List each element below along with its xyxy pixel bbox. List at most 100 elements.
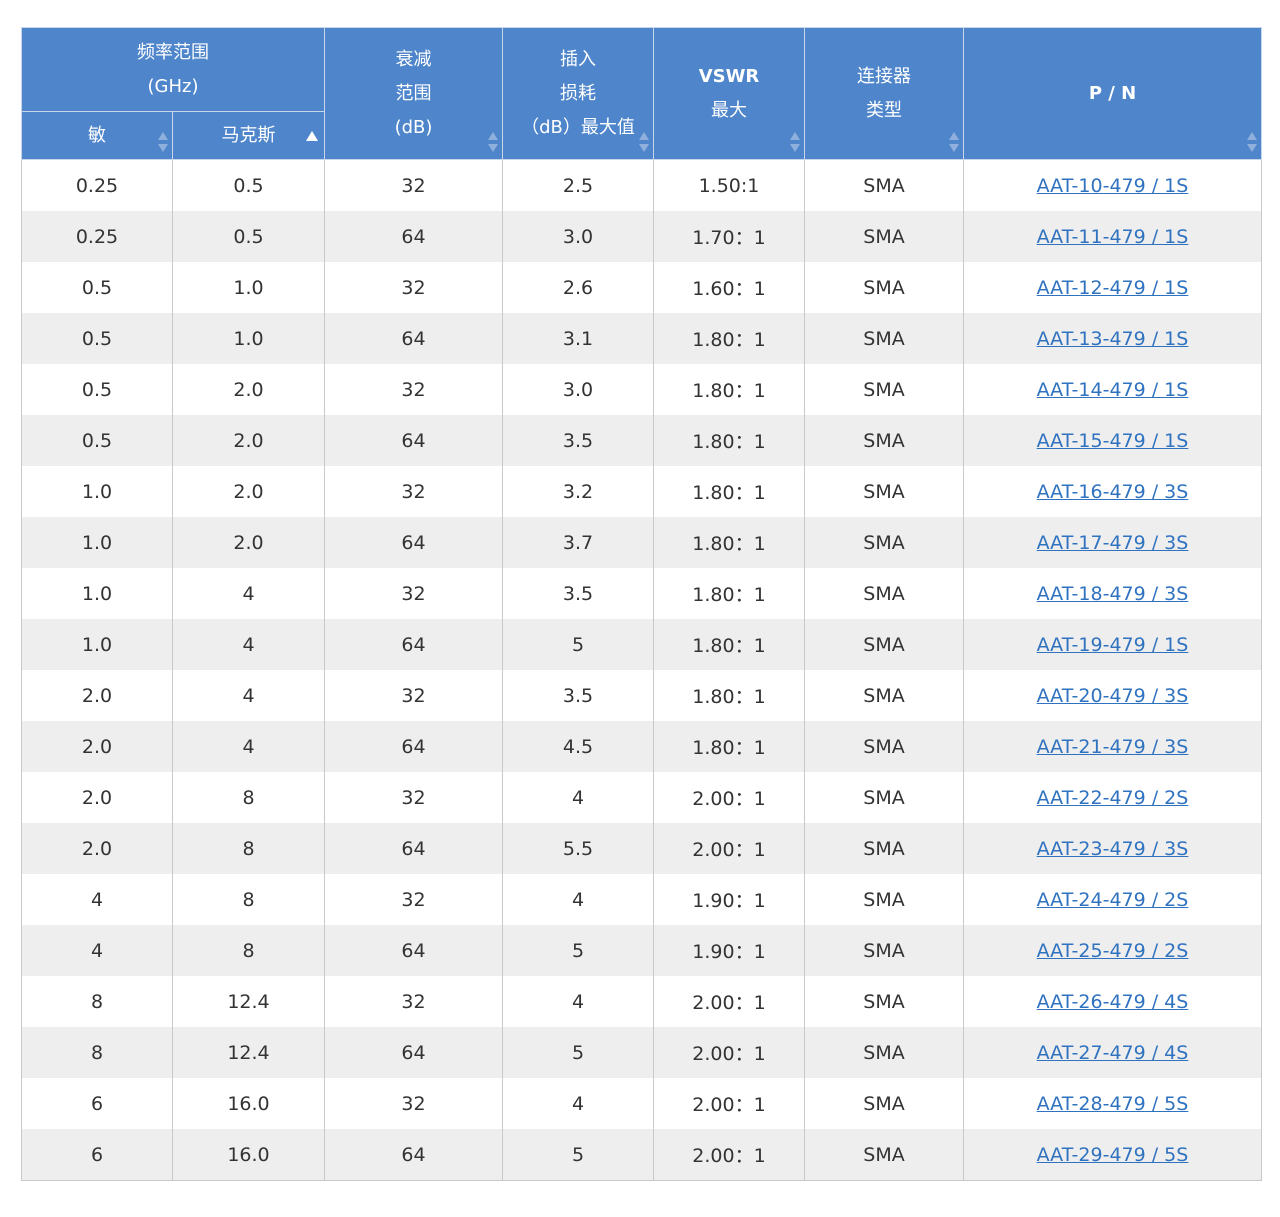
- cell-part-number: AAT-29-479 / 5S: [963, 1129, 1262, 1181]
- cell-insertion-loss: 3.2: [502, 466, 654, 517]
- header-vswr-line2: 最大: [711, 99, 747, 121]
- table-row: 0.5 1.0 32 2.6 1.60：1 SMA AAT-12-479 / 1S: [21, 262, 1262, 313]
- cell-attenuation: 64: [324, 619, 503, 670]
- cell-part-number: AAT-17-479 / 3S: [963, 517, 1262, 568]
- part-number-link[interactable]: AAT-26-479 / 4S: [1037, 991, 1189, 1013]
- part-number-link[interactable]: AAT-27-479 / 4S: [1037, 1042, 1189, 1064]
- cell-part-number: AAT-18-479 / 3S: [963, 568, 1262, 619]
- cell-connector: SMA: [804, 1078, 964, 1129]
- sort-icon[interactable]: [790, 131, 800, 153]
- cell-connector: SMA: [804, 517, 964, 568]
- part-number-link[interactable]: AAT-12-479 / 1S: [1037, 277, 1189, 299]
- cell-vswr: 1.80：1: [653, 364, 805, 415]
- cell-vswr: 1.50:1: [653, 159, 805, 211]
- part-number-link[interactable]: AAT-11-479 / 1S: [1037, 226, 1189, 248]
- cell-part-number: AAT-22-479 / 2S: [963, 772, 1262, 823]
- cell-part-number: AAT-19-479 / 1S: [963, 619, 1262, 670]
- cell-min-ghz: 6: [21, 1078, 173, 1129]
- header-max[interactable]: 马克斯: [172, 111, 325, 160]
- table-row: 4 8 32 4 1.90：1 SMA AAT-24-479 / 2S: [21, 874, 1262, 925]
- part-number-link[interactable]: AAT-10-479 / 1S: [1037, 175, 1189, 197]
- cell-part-number: AAT-24-479 / 2S: [963, 874, 1262, 925]
- cell-connector: SMA: [804, 262, 964, 313]
- cell-min-ghz: 0.25: [21, 159, 173, 211]
- part-number-link[interactable]: AAT-18-479 / 3S: [1037, 583, 1189, 605]
- cell-connector: SMA: [804, 1027, 964, 1078]
- cell-connector: SMA: [804, 721, 964, 772]
- cell-min-ghz: 6: [21, 1129, 173, 1181]
- cell-insertion-loss: 2.5: [502, 159, 654, 211]
- sort-icon[interactable]: [639, 131, 649, 153]
- sort-icon[interactable]: [158, 131, 168, 153]
- cell-min-ghz: 0.25: [21, 211, 173, 262]
- cell-vswr: 2.00：1: [653, 772, 805, 823]
- part-number-link[interactable]: AAT-20-479 / 3S: [1037, 685, 1189, 707]
- cell-connector: SMA: [804, 415, 964, 466]
- cell-max-ghz: 12.4: [172, 976, 325, 1027]
- header-attenuation[interactable]: 衰减 范围 (dB): [324, 27, 503, 160]
- cell-max-ghz: 2.0: [172, 466, 325, 517]
- header-connector-type[interactable]: 连接器 类型: [804, 27, 964, 160]
- part-number-link[interactable]: AAT-23-479 / 3S: [1037, 838, 1189, 860]
- cell-max-ghz: 1.0: [172, 313, 325, 364]
- sort-icon[interactable]: [1247, 131, 1257, 153]
- cell-insertion-loss: 5: [502, 925, 654, 976]
- part-number-link[interactable]: AAT-16-479 / 3S: [1037, 481, 1189, 503]
- cell-part-number: AAT-21-479 / 3S: [963, 721, 1262, 772]
- cell-attenuation: 32: [324, 670, 503, 721]
- cell-min-ghz: 1.0: [21, 619, 173, 670]
- header-part-number[interactable]: P / N: [963, 27, 1262, 160]
- cell-connector: SMA: [804, 466, 964, 517]
- cell-attenuation: 32: [324, 364, 503, 415]
- table-row: 8 12.4 32 4 2.00：1 SMA AAT-26-479 / 4S: [21, 976, 1262, 1027]
- table-row: 4 8 64 5 1.90：1 SMA AAT-25-479 / 2S: [21, 925, 1262, 976]
- cell-max-ghz: 4: [172, 670, 325, 721]
- cell-part-number: AAT-26-479 / 4S: [963, 976, 1262, 1027]
- part-number-link[interactable]: AAT-15-479 / 1S: [1037, 430, 1189, 452]
- table-row: 0.25 0.5 64 3.0 1.70：1 SMA AAT-11-479 / 1S: [21, 211, 1262, 262]
- header-insertion-line2: 损耗: [560, 82, 596, 104]
- part-number-link[interactable]: AAT-21-479 / 3S: [1037, 736, 1189, 758]
- sort-icon[interactable]: [488, 131, 498, 153]
- sort-icon[interactable]: [949, 131, 959, 153]
- cell-max-ghz: 2.0: [172, 517, 325, 568]
- header-min[interactable]: 敏: [21, 111, 173, 160]
- cell-attenuation: 64: [324, 211, 503, 262]
- cell-part-number: AAT-13-479 / 1S: [963, 313, 1262, 364]
- cell-vswr: 1.90：1: [653, 925, 805, 976]
- cell-part-number: AAT-11-479 / 1S: [963, 211, 1262, 262]
- header-connector-line2: 类型: [866, 99, 902, 121]
- table-row: 6 16.0 32 4 2.00：1 SMA AAT-28-479 / 5S: [21, 1078, 1262, 1129]
- cell-connector: SMA: [804, 1129, 964, 1181]
- cell-insertion-loss: 3.5: [502, 415, 654, 466]
- cell-max-ghz: 1.0: [172, 262, 325, 313]
- part-number-link[interactable]: AAT-19-479 / 1S: [1037, 634, 1189, 656]
- product-table-container: 频率范围 (GHz) 衰减 范围 (dB) 插入 损耗 （dB）最大值 VSWR: [21, 27, 1262, 1181]
- part-number-link[interactable]: AAT-13-479 / 1S: [1037, 328, 1189, 350]
- sort-ascending-icon[interactable]: [306, 131, 318, 141]
- part-number-link[interactable]: AAT-17-479 / 3S: [1037, 532, 1189, 554]
- table-row: 0.25 0.5 32 2.5 1.50:1 SMA AAT-10-479 / 1S: [21, 159, 1262, 211]
- cell-attenuation: 64: [324, 823, 503, 874]
- header-insertion-loss[interactable]: 插入 损耗 （dB）最大值: [502, 27, 654, 160]
- cell-connector: SMA: [804, 925, 964, 976]
- header-vswr[interactable]: VSWR 最大: [653, 27, 805, 160]
- cell-max-ghz: 12.4: [172, 1027, 325, 1078]
- part-number-link[interactable]: AAT-28-479 / 5S: [1037, 1093, 1189, 1115]
- part-number-link[interactable]: AAT-14-479 / 1S: [1037, 379, 1189, 401]
- cell-vswr: 1.70：1: [653, 211, 805, 262]
- part-number-link[interactable]: AAT-29-479 / 5S: [1037, 1144, 1189, 1166]
- cell-insertion-loss: 4: [502, 772, 654, 823]
- part-number-link[interactable]: AAT-22-479 / 2S: [1037, 787, 1189, 809]
- cell-attenuation: 64: [324, 517, 503, 568]
- cell-part-number: AAT-28-479 / 5S: [963, 1078, 1262, 1129]
- part-number-link[interactable]: AAT-25-479 / 2S: [1037, 940, 1189, 962]
- cell-min-ghz: 0.5: [21, 364, 173, 415]
- cell-insertion-loss: 5: [502, 619, 654, 670]
- table-row: 0.5 2.0 32 3.0 1.80：1 SMA AAT-14-479 / 1S: [21, 364, 1262, 415]
- part-number-link[interactable]: AAT-24-479 / 2S: [1037, 889, 1189, 911]
- cell-attenuation: 32: [324, 159, 503, 211]
- cell-attenuation: 64: [324, 415, 503, 466]
- cell-attenuation: 32: [324, 772, 503, 823]
- cell-part-number: AAT-25-479 / 2S: [963, 925, 1262, 976]
